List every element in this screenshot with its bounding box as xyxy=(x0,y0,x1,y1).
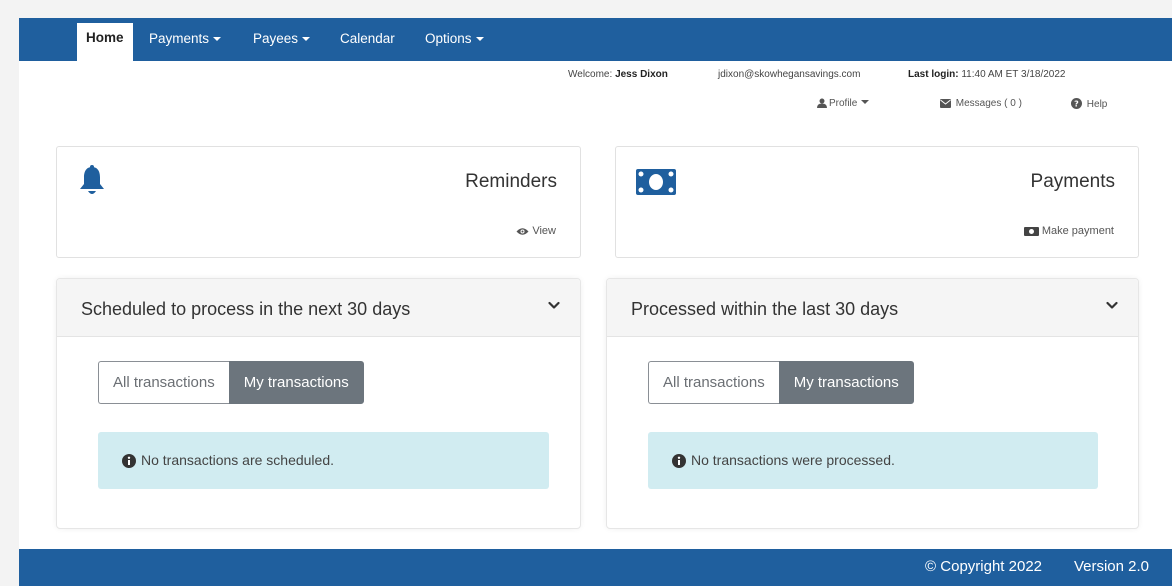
view-label: View xyxy=(532,225,556,237)
profile-label: Profile xyxy=(829,98,858,109)
welcome-text: Welcome: Jess Dixon xyxy=(568,69,668,80)
nav-options-label: Options xyxy=(425,31,472,46)
nav-calendar-label: Calendar xyxy=(340,31,395,46)
caret-down-icon xyxy=(213,37,222,41)
info-circle-icon xyxy=(122,454,136,468)
chevron-down-icon[interactable] xyxy=(548,301,560,310)
scheduled-panel-title: Scheduled to process in the next 30 days xyxy=(81,299,411,319)
money-bill-icon xyxy=(636,169,676,195)
user-email: jdixon@skowhegansavings.com xyxy=(718,69,861,80)
my-transactions-button[interactable]: My transactions xyxy=(778,361,914,404)
envelope-icon xyxy=(940,99,951,108)
payments-title: Payments xyxy=(1030,171,1115,192)
processed-panel-header[interactable]: Processed within the last 30 days xyxy=(607,279,1138,337)
copyright-text: © Copyright 2022 xyxy=(925,558,1042,575)
user-icon xyxy=(817,98,827,108)
svg-text:?: ? xyxy=(1074,100,1079,109)
nav-options[interactable]: Options xyxy=(425,26,484,61)
messages-label: Messages ( 0 ) xyxy=(955,98,1022,109)
make-payment-label: Make payment xyxy=(1041,225,1114,237)
processed-panel-title: Processed within the last 30 days xyxy=(631,299,899,319)
chevron-down-icon[interactable] xyxy=(1106,301,1118,310)
processed-message: No transactions were processed. xyxy=(691,452,895,468)
last-login-value: 11:40 AM ET 3/18/2022 xyxy=(961,69,1066,80)
version-text: Version 2.0 xyxy=(1073,558,1149,575)
money-bill-small-icon xyxy=(1023,227,1039,236)
top-navbar: Home Payments Payees Calendar Options xyxy=(19,18,1172,61)
processed-info-alert: No transactions were processed. xyxy=(648,432,1098,489)
nav-payments-label: Payments xyxy=(149,31,210,46)
caret-down-icon xyxy=(861,100,870,104)
help-label: Help xyxy=(1086,99,1108,110)
scheduled-info-alert: No transactions are scheduled. xyxy=(98,432,549,489)
view-reminders-link[interactable]: View xyxy=(516,225,556,237)
eye-icon xyxy=(516,228,529,235)
last-login-label: Last login: xyxy=(908,69,959,80)
caret-down-icon xyxy=(475,37,484,41)
app-window: Home Payments Payees Calendar Options We… xyxy=(19,18,1172,586)
caret-down-icon xyxy=(302,37,311,41)
info-circle-icon xyxy=(672,454,686,468)
welcome-label: Welcome: xyxy=(568,69,613,80)
messages-link[interactable]: Messages ( 0 ) xyxy=(940,98,1022,109)
bell-icon xyxy=(80,165,104,194)
reminders-card: Reminders View xyxy=(56,146,581,258)
user-name: Jess Dixon xyxy=(615,69,668,80)
processed-panel: Processed within the last 30 days All tr… xyxy=(606,278,1139,529)
processed-transaction-toggle: All transactions My transactions xyxy=(648,361,914,404)
make-payment-link[interactable]: Make payment xyxy=(1023,225,1114,237)
payments-card: Payments Make payment xyxy=(615,146,1139,258)
all-transactions-button[interactable]: All transactions xyxy=(648,361,779,404)
last-login: Last login: 11:40 AM ET 3/18/2022 xyxy=(908,69,1066,80)
nav-home[interactable]: Home xyxy=(77,23,133,61)
profile-menu[interactable]: Profile xyxy=(817,98,870,109)
nav-calendar[interactable]: Calendar xyxy=(340,26,395,61)
nav-payees[interactable]: Payees xyxy=(253,26,311,61)
my-transactions-button[interactable]: My transactions xyxy=(228,361,364,404)
nav-payments[interactable]: Payments xyxy=(149,26,222,61)
footer: © Copyright 2022 Version 2.0 xyxy=(19,549,1172,586)
nav-home-label: Home xyxy=(86,30,124,45)
scheduled-panel-header[interactable]: Scheduled to process in the next 30 days xyxy=(57,279,580,337)
nav-payees-label: Payees xyxy=(253,31,299,46)
scheduled-transaction-toggle: All transactions My transactions xyxy=(98,361,364,404)
reminders-title: Reminders xyxy=(465,171,557,192)
help-link[interactable]: ? Help xyxy=(1071,98,1107,110)
question-circle-icon: ? xyxy=(1071,98,1082,109)
scheduled-panel: Scheduled to process in the next 30 days… xyxy=(56,278,581,529)
scheduled-message: No transactions are scheduled. xyxy=(141,452,334,468)
all-transactions-button[interactable]: All transactions xyxy=(98,361,229,404)
